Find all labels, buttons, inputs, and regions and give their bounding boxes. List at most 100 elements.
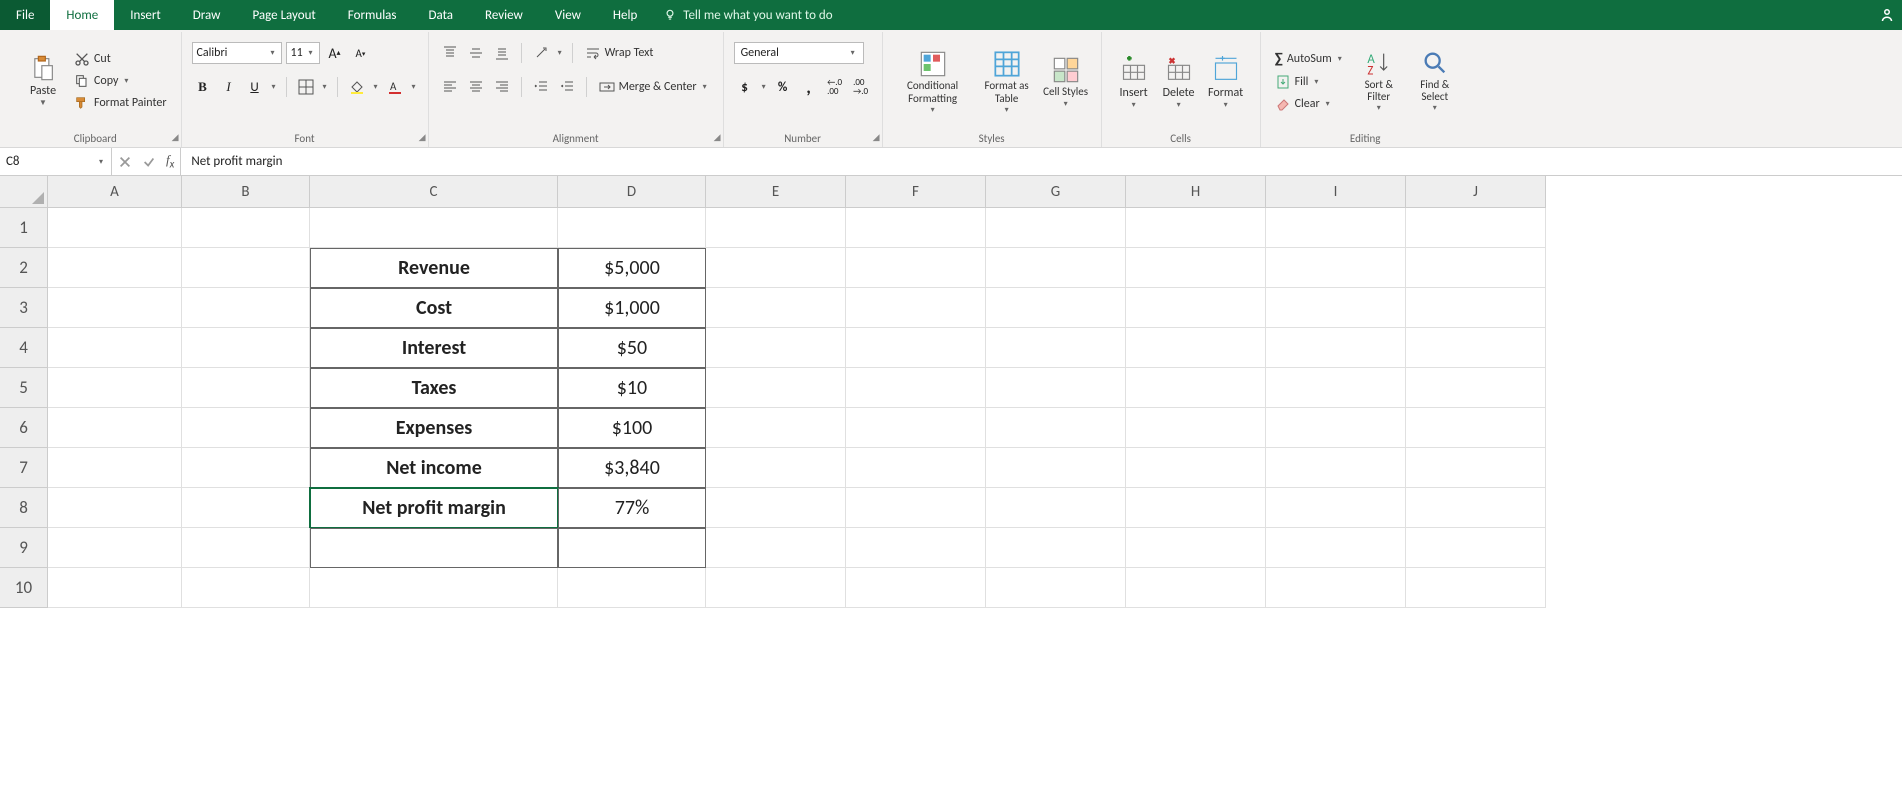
cell-J6[interactable] (1406, 408, 1546, 448)
cell-A9[interactable] (48, 528, 182, 568)
clipboard-launcher[interactable]: ◢ (172, 132, 179, 143)
cell-F1[interactable] (846, 208, 986, 248)
cell-H9[interactable] (1126, 528, 1266, 568)
tab-page-layout[interactable]: Page Layout (236, 0, 331, 30)
cell-A5[interactable] (48, 368, 182, 408)
cell-I9[interactable] (1266, 528, 1406, 568)
cell-D6[interactable]: $100 (558, 408, 706, 448)
cell-J2[interactable] (1406, 248, 1546, 288)
underline-button[interactable]: U (244, 76, 266, 98)
cell-B3[interactable] (182, 288, 310, 328)
col-header-B[interactable]: B (182, 176, 310, 208)
cell-J4[interactable] (1406, 328, 1546, 368)
cell-H4[interactable] (1126, 328, 1266, 368)
cell-D8[interactable]: 77% (558, 488, 706, 528)
cell-B4[interactable] (182, 328, 310, 368)
cell-C4[interactable]: Interest (310, 328, 558, 368)
clear-button[interactable]: Clear▾ (1271, 94, 1348, 114)
cell-F6[interactable] (846, 408, 986, 448)
cell-B8[interactable] (182, 488, 310, 528)
wrap-text-button[interactable]: Wrap Text (581, 43, 658, 63)
tab-view[interactable]: View (539, 0, 597, 30)
cell-B9[interactable] (182, 528, 310, 568)
cell-B5[interactable] (182, 368, 310, 408)
cell-A10[interactable] (48, 568, 182, 608)
tab-data[interactable]: Data (413, 0, 470, 30)
share-button[interactable] (1878, 0, 1896, 30)
cell-D7[interactable]: $3,840 (558, 448, 706, 488)
delete-cells-button[interactable]: Delete▾ (1156, 36, 1202, 129)
font-color-button[interactable]: A (384, 76, 406, 98)
row-header-9[interactable]: 9 (0, 528, 48, 568)
cell-A3[interactable] (48, 288, 182, 328)
cell-G6[interactable] (986, 408, 1126, 448)
cell-I1[interactable] (1266, 208, 1406, 248)
format-painter-button[interactable]: Format Painter (70, 93, 171, 113)
sort-filter-button[interactable]: AZ Sort & Filter▾ (1354, 36, 1404, 126)
col-header-A[interactable]: A (48, 176, 182, 208)
row-header-2[interactable]: 2 (0, 248, 48, 288)
fill-color-button[interactable] (346, 76, 368, 98)
number-format-select[interactable]: General▾ (734, 42, 864, 64)
cell-E3[interactable] (706, 288, 846, 328)
font-launcher[interactable]: ◢ (419, 132, 426, 143)
cell-H6[interactable] (1126, 408, 1266, 448)
col-header-I[interactable]: I (1266, 176, 1406, 208)
col-header-D[interactable]: D (558, 176, 706, 208)
row-header-4[interactable]: 4 (0, 328, 48, 368)
decrease-decimal-button[interactable]: .00→.0 (850, 76, 872, 98)
cell-I5[interactable] (1266, 368, 1406, 408)
cell-D2[interactable]: $5,000 (558, 248, 706, 288)
find-select-button[interactable]: Find & Select▾ (1410, 36, 1460, 126)
increase-decimal-button[interactable]: ←.0.00 (824, 76, 846, 98)
cell-F9[interactable] (846, 528, 986, 568)
cell-I4[interactable] (1266, 328, 1406, 368)
tab-file[interactable]: File (0, 0, 50, 30)
align-middle-button[interactable] (465, 42, 487, 64)
cancel-icon[interactable] (118, 155, 132, 169)
cell-E10[interactable] (706, 568, 846, 608)
number-launcher[interactable]: ◢ (873, 132, 880, 143)
cell-G1[interactable] (986, 208, 1126, 248)
cell-B7[interactable] (182, 448, 310, 488)
cell-G4[interactable] (986, 328, 1126, 368)
row-header-3[interactable]: 3 (0, 288, 48, 328)
fx-icon[interactable]: fx (166, 152, 174, 171)
cell-A6[interactable] (48, 408, 182, 448)
tab-insert[interactable]: Insert (114, 0, 177, 30)
col-header-F[interactable]: F (846, 176, 986, 208)
cell-H7[interactable] (1126, 448, 1266, 488)
cell-C9[interactable] (310, 528, 558, 568)
autosum-button[interactable]: ∑AutoSum▾ (1271, 48, 1348, 70)
cell-G9[interactable] (986, 528, 1126, 568)
cell-G2[interactable] (986, 248, 1126, 288)
cut-button[interactable]: Cut (70, 49, 171, 69)
align-right-button[interactable] (491, 76, 513, 98)
cell-J9[interactable] (1406, 528, 1546, 568)
align-top-button[interactable] (439, 42, 461, 64)
cell-I6[interactable] (1266, 408, 1406, 448)
tell-me-search[interactable]: Tell me what you want to do (663, 0, 832, 30)
cell-C7[interactable]: Net income (310, 448, 558, 488)
cell-A4[interactable] (48, 328, 182, 368)
cell-A2[interactable] (48, 248, 182, 288)
cell-F5[interactable] (846, 368, 986, 408)
orientation-button[interactable] (530, 42, 552, 64)
cell-F8[interactable] (846, 488, 986, 528)
borders-button[interactable] (295, 76, 317, 98)
cell-E4[interactable] (706, 328, 846, 368)
row-header-5[interactable]: 5 (0, 368, 48, 408)
outdent-button[interactable] (530, 76, 552, 98)
cell-E6[interactable] (706, 408, 846, 448)
cell-G10[interactable] (986, 568, 1126, 608)
font-name-select[interactable]: Calibri▾ (192, 42, 282, 64)
format-cells-button[interactable]: Format▾ (1202, 36, 1250, 129)
row-header-7[interactable]: 7 (0, 448, 48, 488)
cell-C6[interactable]: Expenses (310, 408, 558, 448)
conditional-formatting-button[interactable]: Conditional Formatting▾ (893, 36, 973, 129)
paste-button[interactable]: Paste ▼ (20, 36, 66, 126)
col-header-E[interactable]: E (706, 176, 846, 208)
cell-D4[interactable]: $50 (558, 328, 706, 368)
cell-G5[interactable] (986, 368, 1126, 408)
enter-icon[interactable] (142, 155, 156, 169)
